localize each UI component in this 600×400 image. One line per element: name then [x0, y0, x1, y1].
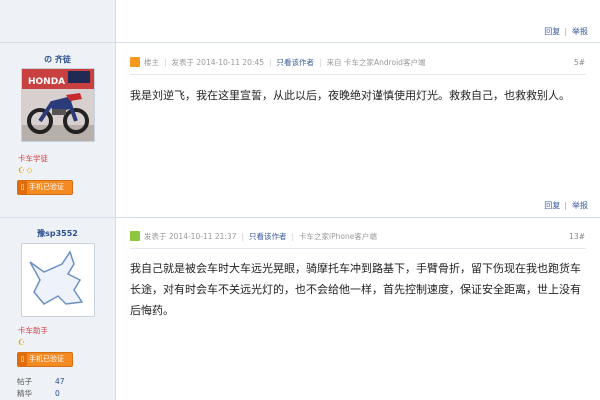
view-only-author-link[interactable]: 只看该作者 — [277, 58, 315, 67]
stat-value[interactable]: 0 — [55, 389, 60, 398]
avatar[interactable] — [21, 243, 95, 317]
svg-text:HONDA: HONDA — [28, 77, 65, 87]
reply-link[interactable]: 回复 — [544, 200, 560, 211]
phone-verified-badge: ▯ 手机已验证 — [17, 352, 73, 367]
verify-label: 手机已验证 — [29, 355, 64, 363]
post-time: 发表于 2014-10-11 21:37 — [144, 232, 237, 241]
owner-badge: 楼主 — [144, 58, 159, 67]
phone-verified-badge: ▯ 手机已验证 — [17, 180, 73, 195]
phone-icon: ▯ — [18, 353, 27, 366]
user-level: 卡车学徒 — [18, 154, 48, 163]
view-only-author-link[interactable]: 只看该作者 — [249, 232, 287, 241]
stat-label: 帖子 — [17, 377, 32, 386]
post-meta: 楼主 | 发表于 2014-10-11 20:45 | 只看该作者 | 来自 卡车之家And… — [130, 55, 585, 71]
mobile-post-icon — [130, 231, 140, 241]
medal-icons: ☪ — [18, 338, 27, 347]
meta-underline — [130, 74, 586, 75]
post-content: 我是刘逆飞，我在这里宣誓，从此以后，夜晚绝对谨慎使用灯光。救救自己，也救救别人。 — [130, 89, 570, 102]
floor-number[interactable]: 5# — [574, 55, 585, 71]
report-link[interactable]: 举报 — [572, 200, 588, 211]
stat-value[interactable]: 47 — [55, 377, 65, 386]
post-actions: 回复 | 举报 — [544, 200, 588, 211]
stat-row: 帖子 47 — [17, 376, 65, 388]
stat-row: 精华 0 — [17, 388, 65, 400]
owner-icon — [130, 57, 140, 67]
verify-label: 手机已验证 — [29, 183, 64, 191]
reply-link[interactable]: 回复 — [544, 26, 560, 37]
column-divider — [115, 0, 116, 400]
post-content: 我自己就是被会车时大车远光晃眼，骑摩托车冲到路基下，手臂骨折，留下伤现在我也跑货… — [130, 262, 581, 317]
floor-number[interactable]: 13# — [569, 229, 585, 245]
post-author-name[interactable]: 豫sp3552 — [0, 228, 115, 239]
post-source: 来自 卡车之家Android客户端 — [326, 58, 426, 67]
post-divider — [0, 217, 600, 218]
previous-post-actions: 回复 | 举报 — [544, 26, 588, 37]
avatar[interactable]: HONDA — [21, 68, 95, 142]
post-source: 卡车之家iPhone客户端 — [299, 232, 377, 241]
stat-label: 精华 — [17, 389, 32, 398]
user-stats: 帖子 47 精华 0 — [17, 376, 65, 400]
phone-icon: ▯ — [18, 181, 27, 194]
post-author-name[interactable]: の 齐徒 — [0, 54, 115, 65]
post-divider — [0, 42, 600, 43]
post-time: 发表于 2014-10-11 20:45 — [171, 58, 264, 67]
post-meta: 发表于 2014-10-11 21:37 | 只看该作者 | 卡车之家iPhone客户端… — [130, 229, 585, 245]
user-level: 卡车助手 — [18, 326, 48, 335]
report-link[interactable]: 举报 — [572, 26, 588, 37]
medal-icons: ☪✩ — [18, 166, 34, 175]
meta-underline — [130, 248, 586, 249]
